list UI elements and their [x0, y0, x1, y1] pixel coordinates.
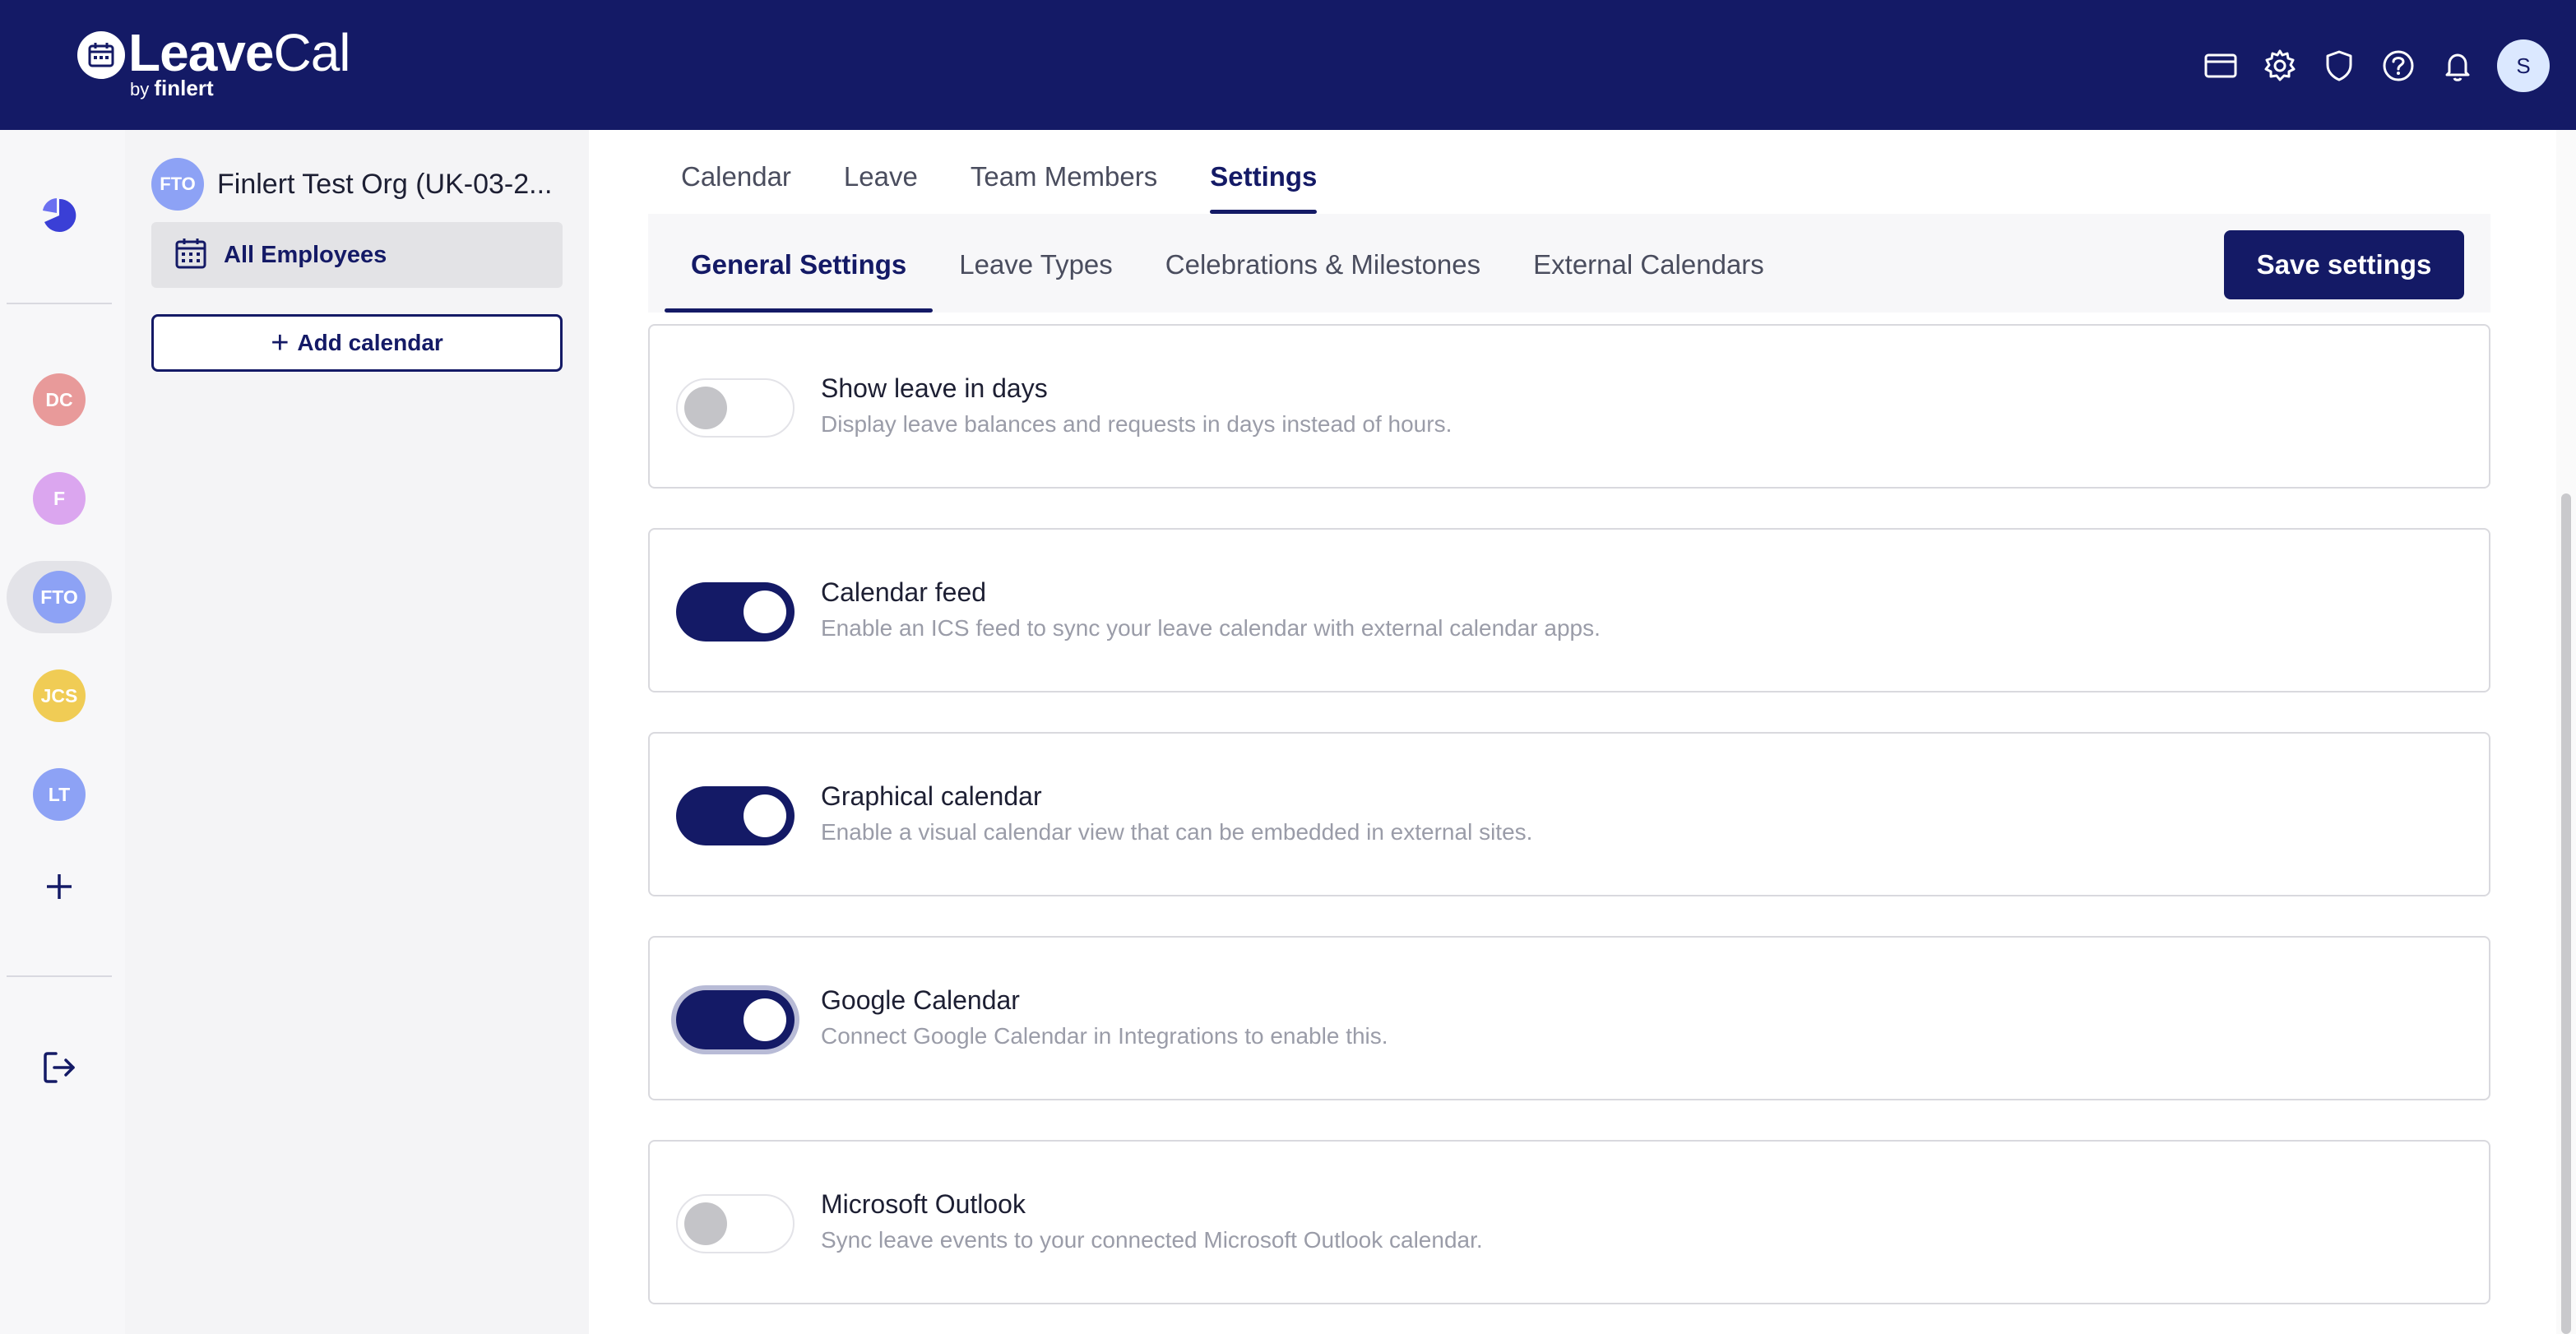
setting-card-microsoft-outlook: Microsoft Outlook Sync leave events to y… [648, 1140, 2490, 1304]
org-avatar: DC [33, 373, 86, 426]
toggle-knob [744, 591, 786, 633]
main-tabs: Calendar Leave Team Members Settings [681, 161, 1369, 214]
subtab-leave-types[interactable]: Leave Types [933, 214, 1139, 313]
user-avatar[interactable]: S [2497, 39, 2550, 92]
calendar-logo-icon [77, 31, 125, 79]
org-avatar: FTO [33, 571, 86, 623]
calendar-item-all-employees[interactable]: All Employees [151, 222, 563, 288]
logo[interactable]: LeaveCal by finlert [77, 23, 351, 100]
setting-description: Enable an ICS feed to sync your leave ca… [821, 615, 1601, 641]
rail-item-jcs[interactable]: JCS [7, 660, 112, 732]
logout-icon[interactable] [33, 1041, 86, 1094]
add-calendar-button[interactable]: + Add calendar [151, 314, 563, 372]
toggle-switch[interactable] [676, 378, 795, 438]
org-name: Finlert Test Org (UK-03-2... [217, 168, 553, 200]
setting-card-graphical-calendar: Graphical calendar Enable a visual calen… [648, 732, 2490, 896]
card-icon[interactable] [2191, 36, 2250, 95]
add-calendar-label: Add calendar [297, 330, 443, 355]
setting-card-google-calendar: Google Calendar Connect Google Calendar … [648, 936, 2490, 1100]
toggle-switch[interactable] [676, 1194, 795, 1253]
tab-team-members[interactable]: Team Members [971, 161, 1157, 214]
setting-title: Graphical calendar [821, 781, 1042, 811]
settings-subtab-bar: General Settings Leave Types Celebration… [648, 214, 2490, 313]
setting-title: Show leave in days [821, 373, 1048, 403]
calendar-sidebar: FTO Finlert Test Org (UK-03-2... All Emp… [125, 130, 589, 1334]
logo-byline: by finlert [130, 76, 214, 100]
toggle-switch[interactable] [676, 990, 795, 1049]
org-avatar: FTO [151, 158, 204, 211]
tab-calendar[interactable]: Calendar [681, 161, 791, 214]
rail-item-dc[interactable]: DC [7, 364, 112, 436]
setting-description: Display leave balances and requests in d… [821, 411, 1452, 437]
toggle-knob [684, 387, 727, 429]
toggle-switch[interactable] [676, 786, 795, 845]
setting-card-show-leave-in-days: Show leave in days Display leave balance… [648, 324, 2490, 489]
help-icon[interactable] [2369, 36, 2428, 95]
setting-card-calendar-feed: Calendar feed Enable an ICS feed to sync… [648, 528, 2490, 692]
toggle-knob [684, 1202, 727, 1245]
rail-item-lt[interactable]: LT [7, 758, 112, 831]
setting-description: Sync leave events to your connected Micr… [821, 1227, 1483, 1253]
setting-title: Google Calendar [821, 985, 1020, 1015]
bell-icon[interactable] [2428, 36, 2487, 95]
org-header: FTO Finlert Test Org (UK-03-2... [151, 158, 553, 211]
rail-item-fto[interactable]: FTO [7, 561, 112, 633]
subtab-celebrations-milestones[interactable]: Celebrations & Milestones [1139, 214, 1507, 313]
shield-icon[interactable] [2310, 36, 2369, 95]
subtab-external-calendars[interactable]: External Calendars [1507, 214, 1791, 313]
rail-item-f[interactable]: F [7, 462, 112, 535]
org-avatar: LT [33, 768, 86, 821]
setting-title: Calendar feed [821, 577, 987, 607]
left-rail: DC F FTO JCS LT [0, 130, 125, 1334]
toggle-knob [744, 998, 786, 1041]
logo-wordmark: LeaveCal [128, 23, 351, 82]
rail-divider [7, 303, 112, 304]
add-org-icon[interactable] [33, 860, 86, 913]
top-icons: S [2191, 36, 2550, 95]
org-avatar: JCS [33, 669, 86, 722]
plus-icon: + [271, 326, 290, 360]
tab-settings[interactable]: Settings [1210, 161, 1318, 214]
setting-description: Connect Google Calendar in Integrations … [821, 1023, 1388, 1049]
setting-title: Microsoft Outlook [821, 1189, 1026, 1219]
setting-description: Enable a visual calendar view that can b… [821, 819, 1533, 845]
calendar-icon [174, 237, 207, 274]
rail-divider [7, 975, 112, 977]
org-avatar: F [33, 472, 86, 525]
calendar-item-label: All Employees [224, 241, 387, 268]
pie-chart-icon[interactable] [33, 189, 86, 242]
scrollbar-thumb[interactable] [2561, 493, 2571, 1334]
gear-icon[interactable] [2250, 36, 2310, 95]
toggle-switch[interactable] [676, 582, 795, 642]
tab-leave[interactable]: Leave [844, 161, 918, 214]
save-settings-button[interactable]: Save settings [2224, 230, 2464, 299]
subtab-general-settings[interactable]: General Settings [665, 214, 934, 313]
toggle-knob [744, 794, 786, 837]
top-bar: LeaveCal by finlert S [0, 0, 2576, 130]
